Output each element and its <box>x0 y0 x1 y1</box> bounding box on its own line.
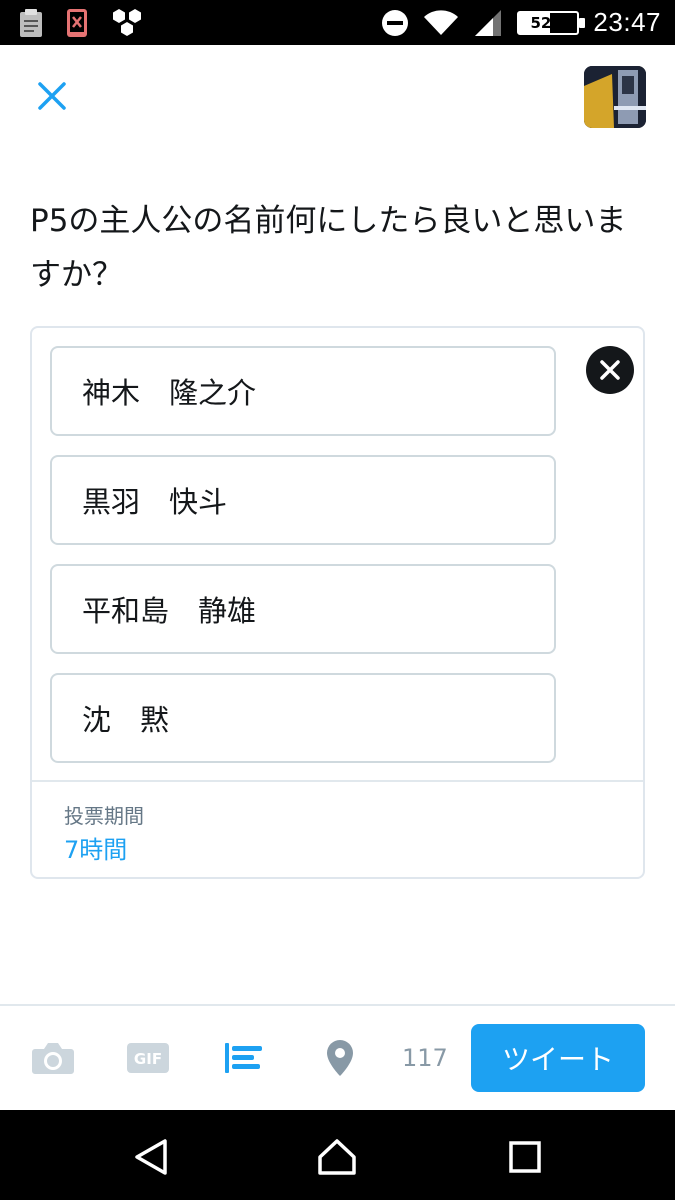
profile-avatar[interactable] <box>584 66 646 128</box>
poll-option-4[interactable]: 沈 黙 <box>50 673 556 763</box>
notification-icons <box>18 8 144 38</box>
camera-icon <box>32 1043 74 1074</box>
poll-option-3[interactable]: 平和島 静雄 <box>50 564 556 654</box>
remove-poll-button[interactable] <box>586 346 634 394</box>
recents-icon <box>509 1141 541 1173</box>
location-icon <box>327 1040 353 1076</box>
tweet-text[interactable]: P5の主人公の名前何にしたら良いと思いますか？ <box>30 194 650 302</box>
battery-percent: 52% <box>530 13 567 32</box>
system-icons: 52% 23:47 <box>381 0 661 45</box>
back-button[interactable] <box>126 1132 176 1182</box>
camera-button[interactable] <box>30 1030 76 1086</box>
phone-off-icon <box>67 9 87 37</box>
hexagons-icon <box>113 9 141 36</box>
poll-card: 神木 隆之介 黒羽 快斗 平和島 静雄 沈 黙 投票期間 7時間 <box>30 326 645 879</box>
signal-icon <box>475 9 502 36</box>
tweet-button[interactable]: ツイート <box>471 1024 645 1092</box>
close-button[interactable] <box>30 74 74 118</box>
home-icon <box>318 1139 356 1175</box>
recents-button[interactable] <box>500 1132 550 1182</box>
clipboard-icon <box>20 9 42 37</box>
do-not-disturb-icon <box>382 9 409 36</box>
location-button[interactable] <box>322 1030 358 1086</box>
gif-button[interactable]: GIF <box>126 1030 170 1086</box>
poll-divider <box>32 780 643 782</box>
poll-option-1[interactable]: 神木 隆之介 <box>50 346 556 436</box>
close-icon <box>38 82 66 110</box>
avatar-image <box>584 66 646 128</box>
status-bar: 52% 23:47 <box>0 0 675 45</box>
battery-cap <box>579 17 586 28</box>
poll-button[interactable] <box>222 1030 266 1086</box>
poll-option-2[interactable]: 黒羽 快斗 <box>50 455 556 545</box>
character-count: 117 <box>402 1044 448 1072</box>
poll-icon <box>225 1043 262 1073</box>
poll-length-label: 投票期間 <box>64 804 144 828</box>
gif-label: GIF <box>134 1050 162 1068</box>
status-time: 23:47 <box>593 7 661 37</box>
wifi-icon <box>424 9 459 35</box>
remove-poll-icon <box>600 360 620 380</box>
toolbar-divider <box>0 1004 675 1006</box>
poll-length-value[interactable]: 7時間 <box>64 830 127 865</box>
home-button[interactable] <box>312 1132 362 1182</box>
battery-icon: 52% <box>517 10 586 35</box>
navigation-bar <box>0 1110 675 1200</box>
back-icon <box>135 1139 167 1175</box>
gif-icon: GIF <box>127 1043 169 1073</box>
